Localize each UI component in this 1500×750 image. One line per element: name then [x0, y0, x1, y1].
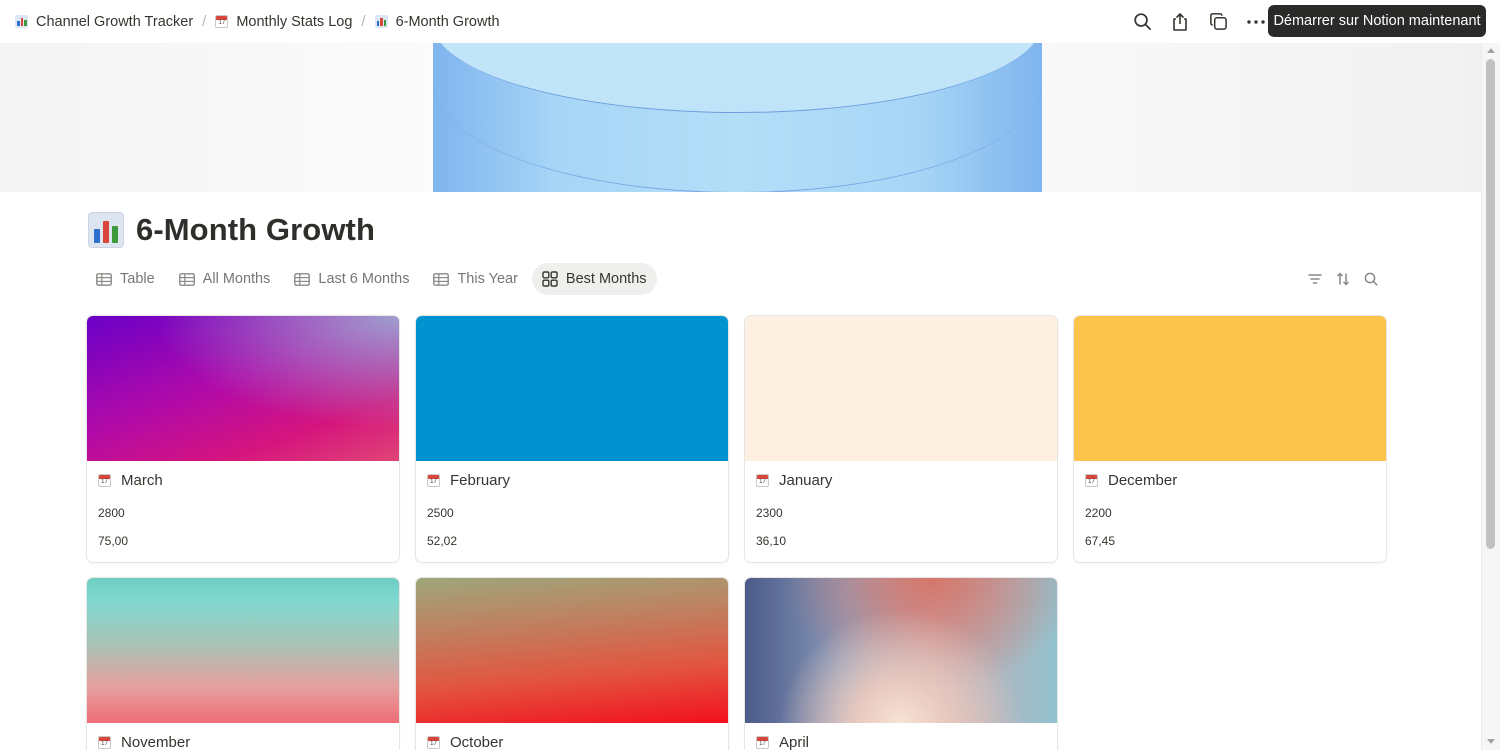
card-title: March: [87, 461, 399, 499]
search-icon[interactable]: [1362, 270, 1380, 288]
cover-cylinder-graphic: [433, 43, 1042, 192]
card-property-value: 2200: [1085, 506, 1112, 520]
tab-label: All Months: [202, 271, 271, 287]
tab-label: Last 6 Months: [318, 271, 410, 287]
tab-this-year[interactable]: This Year: [423, 263, 527, 295]
bar-chart-icon: [15, 15, 28, 28]
calendar-icon: [427, 735, 440, 749]
breadcrumb-label: Monthly Stats Log: [236, 13, 353, 30]
gallery-card-february[interactable]: February 2500 52,02: [415, 315, 729, 563]
tab-label: Table: [120, 271, 155, 287]
duplicate-icon[interactable]: [1206, 10, 1230, 34]
scrollbar-thumb[interactable]: [1486, 59, 1495, 549]
card-cover: [745, 578, 1057, 723]
table-icon: [433, 272, 450, 286]
card-cover: [1074, 316, 1386, 461]
more-icon[interactable]: [1244, 10, 1268, 34]
page-cover: [0, 43, 1481, 192]
calendar-icon: [427, 473, 440, 487]
scroll-down-arrow-icon[interactable]: [1487, 739, 1495, 744]
page-header: 6-Month Growth: [88, 212, 375, 248]
card-property-value: 2300: [756, 506, 783, 520]
tab-best-months[interactable]: Best Months: [531, 263, 657, 295]
breadcrumb-item-monthly-stats-log[interactable]: Monthly Stats Log: [212, 14, 355, 30]
breadcrumb-label: Channel Growth Tracker: [36, 13, 194, 30]
tab-last-6-months[interactable]: Last 6 Months: [284, 263, 419, 295]
card-title: October: [416, 723, 728, 750]
card-title-text: February: [450, 471, 511, 489]
card-title-text: January: [779, 471, 833, 489]
calendar-icon: [215, 15, 229, 28]
gallery-card-march[interactable]: March 2800 75,00: [86, 315, 400, 563]
card-title: December: [1074, 461, 1386, 499]
calendar-icon: [756, 473, 769, 487]
topbar-actions: [1130, 0, 1268, 43]
card-cover: [416, 316, 728, 461]
card-title-text: April: [779, 733, 810, 750]
view-tabs: Table All Months Last 6 Months This Year…: [86, 263, 657, 295]
breadcrumb-item-channel-growth-tracker[interactable]: Channel Growth Tracker: [12, 14, 196, 30]
tab-label: Best Months: [565, 271, 647, 287]
table-icon: [178, 272, 195, 286]
start-notion-button[interactable]: Démarrer sur Notion maintenant: [1268, 5, 1486, 37]
bar-chart-icon[interactable]: [88, 212, 124, 248]
page-title: 6-Month Growth: [136, 212, 376, 247]
card-property-value: 2500: [427, 506, 454, 520]
breadcrumb-label: 6-Month Growth: [395, 13, 500, 30]
calendar-icon: [1085, 473, 1098, 487]
scroll-up-arrow-icon[interactable]: [1487, 48, 1495, 53]
card-property-value: 52,02: [427, 534, 458, 548]
bar-chart-icon: [374, 15, 388, 28]
gallery-icon: [542, 271, 558, 287]
card-title-text: December: [1108, 471, 1178, 489]
calendar-icon: [98, 735, 111, 749]
tab-all-months[interactable]: All Months: [169, 263, 281, 295]
card-title: April: [745, 723, 1057, 750]
breadcrumb-separator: /: [202, 13, 207, 30]
card-title: February: [416, 461, 728, 499]
gallery-card-april[interactable]: April: [744, 577, 1058, 750]
filter-icon[interactable]: [1306, 270, 1324, 288]
gallery-card-december[interactable]: December 2200 67,45: [1073, 315, 1387, 563]
card-cover: [87, 578, 399, 723]
gallery-card-november[interactable]: November: [86, 577, 400, 750]
top-bar: Channel Growth Tracker / Monthly Stats L…: [0, 0, 1500, 43]
breadcrumb-item-6-month-growth[interactable]: 6-Month Growth: [372, 14, 503, 30]
breadcrumb-separator: /: [361, 13, 366, 30]
card-title-text: March: [121, 471, 163, 489]
calendar-icon: [756, 735, 769, 749]
tab-table[interactable]: Table: [86, 263, 165, 295]
card-property-value: 36,10: [756, 534, 787, 548]
card-title-text: October: [450, 733, 504, 750]
card-property-value: 67,45: [1085, 534, 1116, 548]
view-toolbar: [1306, 270, 1380, 288]
card-cover: [745, 316, 1057, 461]
tab-label: This Year: [457, 271, 518, 287]
calendar-icon: [98, 473, 111, 487]
card-title-text: November: [121, 733, 191, 750]
card-property-value: 2800: [98, 506, 125, 520]
table-icon: [294, 272, 311, 286]
search-icon[interactable]: [1130, 10, 1154, 34]
table-icon: [96, 272, 112, 286]
card-property-value: 75,00: [98, 534, 129, 548]
card-cover: [87, 316, 399, 461]
breadcrumb: Channel Growth Tracker / Monthly Stats L…: [12, 0, 503, 43]
card-title: November: [87, 723, 399, 750]
card-cover: [416, 578, 728, 723]
card-title: January: [745, 461, 1057, 499]
sort-icon[interactable]: [1334, 270, 1352, 288]
share-icon[interactable]: [1168, 10, 1192, 34]
page-scrollbar[interactable]: [1481, 43, 1500, 750]
gallery-card-october[interactable]: October: [415, 577, 729, 750]
gallery-card-january[interactable]: January 2300 36,10: [744, 315, 1058, 563]
